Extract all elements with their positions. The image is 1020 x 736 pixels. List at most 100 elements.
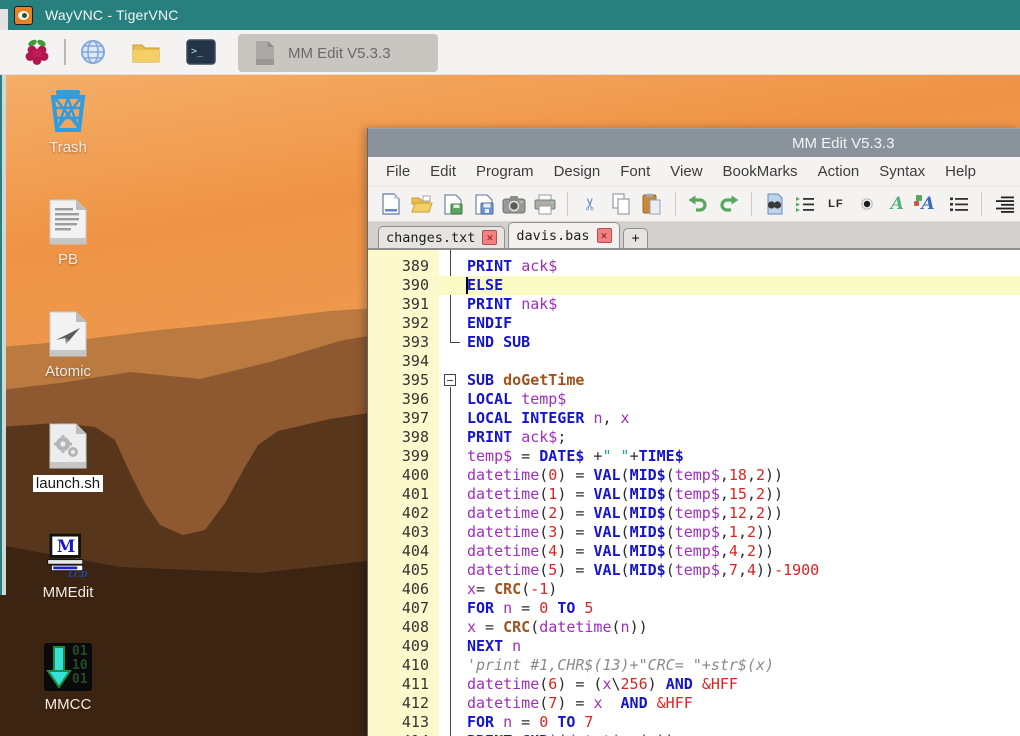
toolbar-separator bbox=[675, 192, 676, 216]
code-line: FOR n = 0 TO 7 bbox=[467, 713, 1020, 732]
desktop-icon-pb[interactable]: PB bbox=[20, 198, 116, 268]
toolbar-separator bbox=[981, 192, 982, 216]
tab-label: davis.bas bbox=[516, 228, 589, 244]
numbered-list-button[interactable] bbox=[793, 191, 818, 217]
line-number: 391 bbox=[368, 295, 429, 314]
menu-help[interactable]: Help bbox=[935, 157, 986, 186]
menu-bar: FileEditProgramDesignFontViewBookMarksAc… bbox=[368, 157, 1020, 186]
mmcc-app-icon[interactable]: 011001 bbox=[44, 643, 92, 691]
text-cursor bbox=[466, 277, 468, 294]
align-right-button[interactable] bbox=[992, 191, 1017, 217]
taskbar: >_ MM Edit V5.3.3 bbox=[0, 30, 1020, 75]
tab-close-icon[interactable]: ✕ bbox=[482, 230, 497, 245]
menu-font[interactable]: Font bbox=[610, 157, 660, 186]
paste-button[interactable] bbox=[640, 191, 665, 217]
line-number: 394 bbox=[368, 352, 429, 371]
pb-document-icon[interactable] bbox=[44, 198, 92, 246]
svg-text:M: M bbox=[57, 536, 75, 556]
tigervnc-icon bbox=[14, 6, 33, 25]
line-number: 404 bbox=[368, 542, 429, 561]
undo-button[interactable] bbox=[686, 191, 711, 217]
code-editor[interactable]: 3893903913923933943953963973983994004014… bbox=[368, 250, 1020, 736]
toolbar: ✂ LF AA bbox=[368, 186, 1020, 222]
launch-script-icon[interactable] bbox=[44, 422, 92, 470]
line-ending-lf-button[interactable]: LF bbox=[824, 191, 849, 217]
code-line: datetime(3) = VAL(MID$(temp$,1,2)) bbox=[467, 523, 1020, 542]
toolbar-separator bbox=[567, 192, 568, 216]
syntax-colors-button[interactable]: A bbox=[916, 191, 941, 217]
mmedit-window: MM Edit V5.3.3 FileEditProgramDesignFont… bbox=[367, 128, 1020, 736]
svg-text:>_: >_ bbox=[191, 46, 204, 57]
menu-file[interactable]: File bbox=[376, 157, 420, 186]
line-number: 414 bbox=[368, 732, 429, 736]
code-line: SUB doGetTime bbox=[467, 371, 1020, 390]
screen-corner-notch bbox=[0, 0, 8, 30]
desktop-icon-mmcc[interactable]: 011001MMCC bbox=[20, 643, 116, 713]
open-file-button[interactable] bbox=[410, 191, 435, 217]
code-line: ELSE bbox=[467, 276, 1020, 295]
tab-davis-bas[interactable]: davis.bas ✕ bbox=[508, 222, 619, 248]
fold-mark[interactable] bbox=[444, 374, 456, 386]
desktop-icon-mmedit[interactable]: MLCDMMEdit bbox=[20, 531, 116, 601]
menu-design[interactable]: Design bbox=[544, 157, 611, 186]
code-line: datetime(2) = VAL(MID$(temp$,12,2)) bbox=[467, 504, 1020, 523]
mmedit-app-icon[interactable]: M LCD bbox=[44, 531, 92, 579]
line-number: 397 bbox=[368, 409, 429, 428]
cut-button[interactable]: ✂ bbox=[578, 191, 603, 217]
desktop-icon-trash[interactable]: Trash bbox=[20, 86, 116, 156]
fold-margin[interactable] bbox=[439, 250, 467, 736]
menu-syntax[interactable]: Syntax bbox=[869, 157, 935, 186]
code-line: datetime(1) = VAL(MID$(temp$,15,2)) bbox=[467, 485, 1020, 504]
save-file-button[interactable] bbox=[440, 191, 465, 217]
screenshot-button[interactable] bbox=[502, 191, 527, 217]
line-number: 408 bbox=[368, 618, 429, 637]
file-manager-folder-icon[interactable] bbox=[132, 41, 160, 63]
code-line: LOCAL temp$ bbox=[467, 390, 1020, 409]
line-number: 398 bbox=[368, 428, 429, 447]
window-titlebar[interactable]: MM Edit V5.3.3 bbox=[368, 128, 1020, 157]
menu-edit[interactable]: Edit bbox=[420, 157, 466, 186]
line-number: 389 bbox=[368, 257, 429, 276]
fold-mark[interactable] bbox=[450, 250, 451, 343]
taskbar-app-button[interactable]: MM Edit V5.3.3 bbox=[238, 34, 438, 72]
new-file-button[interactable] bbox=[379, 191, 404, 217]
line-number: 407 bbox=[368, 599, 429, 618]
raspberry-menu-icon[interactable] bbox=[24, 38, 50, 66]
save-as-button[interactable] bbox=[471, 191, 496, 217]
menu-action[interactable]: Action bbox=[808, 157, 870, 186]
atomic-icon[interactable] bbox=[44, 310, 92, 358]
trash-icon[interactable] bbox=[44, 86, 92, 134]
code-line: datetime(4) = VAL(MID$(temp$,4,2)) bbox=[467, 542, 1020, 561]
tab-close-icon[interactable]: ✕ bbox=[597, 228, 612, 243]
desktop-icon-atomic[interactable]: Atomic bbox=[20, 310, 116, 380]
screen-edge-strip bbox=[0, 75, 6, 595]
desktop-icon-launch-sh[interactable]: launch.sh bbox=[20, 422, 116, 492]
line-number: 399 bbox=[368, 447, 429, 466]
svg-text:LCD: LCD bbox=[67, 569, 88, 579]
menu-view[interactable]: View bbox=[660, 157, 712, 186]
copy-button[interactable] bbox=[609, 191, 634, 217]
line-number: 402 bbox=[368, 504, 429, 523]
tab-changes-txt[interactable]: changes.txt✕ bbox=[378, 226, 505, 248]
taskbar-app-label: MM Edit V5.3.3 bbox=[288, 45, 391, 62]
vnc-window-titlebar[interactable]: WayVNC - TigerVNC bbox=[0, 0, 1020, 30]
redo-button[interactable] bbox=[716, 191, 741, 217]
font-style-button[interactable]: A bbox=[885, 191, 910, 217]
fold-mark[interactable] bbox=[450, 387, 451, 736]
screen: TrashPBAtomiclaunch.shMLCDMMEdit011001MM… bbox=[0, 0, 1020, 736]
menu-bookmarks[interactable]: BookMarks bbox=[713, 157, 808, 186]
terminal-icon[interactable]: >_ bbox=[186, 39, 216, 65]
code-line: datetime(5) = VAL(MID$(temp$,7,4))-1900 bbox=[467, 561, 1020, 580]
browser-globe-icon[interactable] bbox=[80, 39, 106, 65]
fold-mark[interactable] bbox=[450, 342, 460, 343]
code-line: x = CRC(datetime(n)) bbox=[467, 618, 1020, 637]
code-line: END SUB bbox=[467, 333, 1020, 352]
menu-program[interactable]: Program bbox=[466, 157, 544, 186]
print-button[interactable] bbox=[533, 191, 558, 217]
code-line: PRINT nak$ bbox=[467, 295, 1020, 314]
find-button[interactable] bbox=[762, 191, 787, 217]
new-tab-button[interactable]: + bbox=[623, 228, 649, 248]
taskbar-separator bbox=[64, 39, 66, 65]
record-macro-button[interactable] bbox=[854, 191, 879, 217]
bullet-list-button[interactable] bbox=[946, 191, 971, 217]
